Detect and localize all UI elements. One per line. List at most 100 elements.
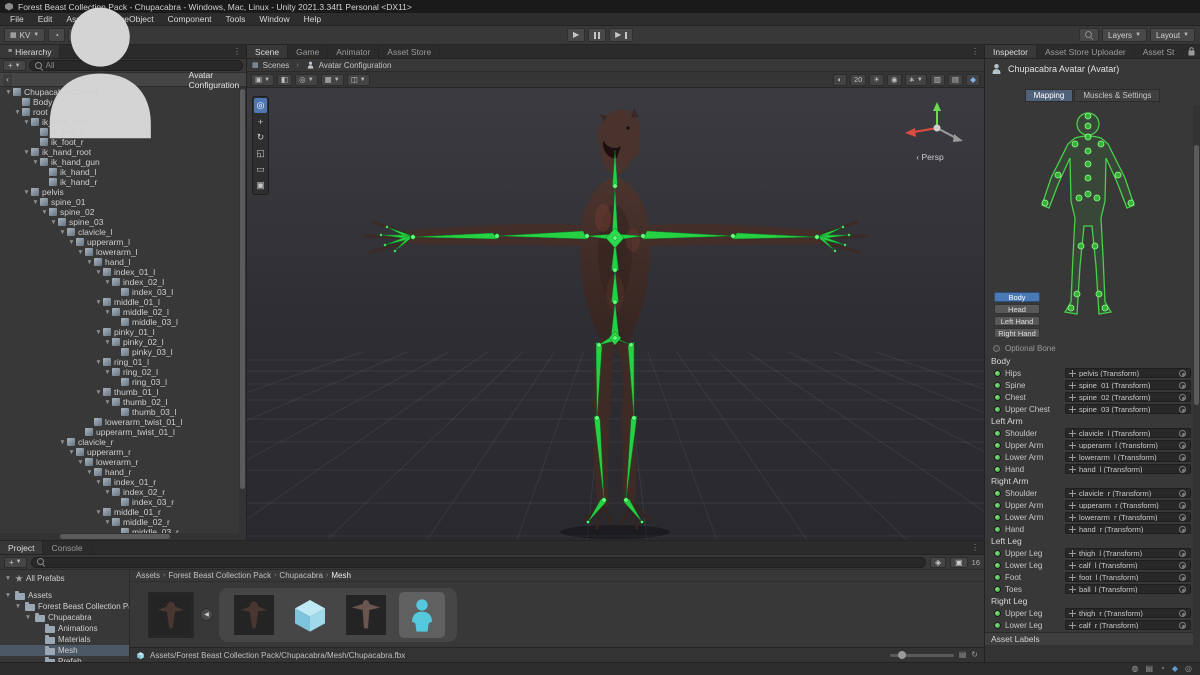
- menu-help[interactable]: Help: [297, 13, 328, 25]
- bone-object-field[interactable]: hand_r (Transform): [1065, 524, 1191, 534]
- notifications-icon[interactable]: ◎: [1185, 665, 1192, 673]
- hierarchy-item-pinky-02-l[interactable]: ▼ pinky_02_l: [0, 337, 246, 347]
- lighting-toggle-button[interactable]: ☀: [869, 74, 884, 86]
- expand-arrow-icon[interactable]: ▼: [94, 299, 103, 306]
- move-tool-button[interactable]: +: [254, 114, 267, 129]
- console-status-icon[interactable]: ▤: [1145, 665, 1153, 673]
- scenes-breadcrumb[interactable]: Scenes: [263, 61, 290, 70]
- hierarchy-item-index-03-r[interactable]: index_03_r: [0, 497, 246, 507]
- chupacabra-mesh-thumbnail[interactable]: [231, 592, 277, 638]
- camera-speed-badge[interactable]: 20: [850, 74, 866, 86]
- layout-dropdown[interactable]: Layout▼: [1150, 28, 1195, 42]
- expand-arrow-icon[interactable]: ▼: [94, 329, 103, 336]
- hierarchy-item-spine-01[interactable]: ▼ spine_01: [0, 197, 246, 207]
- expand-arrow-icon[interactable]: ▼: [76, 249, 85, 256]
- lock-icon[interactable]: [1188, 47, 1195, 56]
- hierarchy-item-pelvis[interactable]: ▼ pelvis: [0, 187, 246, 197]
- hierarchy-item-index-01-r[interactable]: ▼ index_01_r: [0, 477, 246, 487]
- avatar-part-right-hand-button[interactable]: Right Hand: [994, 328, 1040, 338]
- object-picker-icon[interactable]: [1179, 370, 1186, 377]
- chupacabra-avatar-icon[interactable]: [399, 592, 445, 638]
- avatar-part-body-button[interactable]: Body: [994, 292, 1040, 302]
- object-picker-icon[interactable]: [1179, 610, 1186, 617]
- expand-arrow-icon[interactable]: ▼: [4, 592, 12, 599]
- folder-animations[interactable]: Animations: [0, 623, 129, 634]
- object-picker-icon[interactable]: [1179, 574, 1186, 581]
- object-picker-icon[interactable]: [1179, 502, 1186, 509]
- search-button[interactable]: [1079, 28, 1099, 42]
- expand-arrow-icon[interactable]: ▼: [24, 614, 32, 621]
- scene-tab-asset-store[interactable]: Asset Store: [379, 45, 440, 58]
- expand-arrow-icon[interactable]: ▼: [4, 89, 13, 96]
- grid-snap-dropdown[interactable]: ▦▼: [321, 74, 344, 86]
- collapse-subassets-button[interactable]: ◀: [200, 608, 213, 621]
- bone-object-field[interactable]: thigh_l (Transform): [1065, 548, 1191, 558]
- scene-tab-game[interactable]: Game: [288, 45, 328, 58]
- object-picker-icon[interactable]: [1179, 490, 1186, 497]
- expand-arrow-icon[interactable]: ▼: [94, 359, 103, 366]
- hierarchy-item-index-02-r[interactable]: ▼ index_02_r: [0, 487, 246, 497]
- hierarchy-item-thumb-01-l[interactable]: ▼ thumb_01_l: [0, 387, 246, 397]
- breadcrumb-chupacabra[interactable]: Chupacabra: [279, 571, 323, 580]
- expand-arrow-icon[interactable]: ▼: [103, 519, 112, 526]
- back-button[interactable]: ‹: [3, 74, 12, 86]
- scene-camera-button[interactable]: ▤: [948, 74, 963, 86]
- object-picker-icon[interactable]: [1179, 406, 1186, 413]
- expand-arrow-icon[interactable]: ▼: [94, 389, 103, 396]
- chupacabra-pose-thumbnail[interactable]: [343, 592, 389, 638]
- menu-window[interactable]: Window: [252, 13, 296, 25]
- expand-arrow-icon[interactable]: ▼: [22, 119, 31, 126]
- bone-object-field[interactable]: lowerarm_l (Transform): [1065, 452, 1191, 462]
- hierarchy-item-spine-03[interactable]: ▼ spine_03: [0, 217, 246, 227]
- projection-label[interactable]: Persp: [921, 152, 943, 162]
- expand-arrow-icon[interactable]: ▼: [67, 239, 76, 246]
- bone-object-field[interactable]: pelvis (Transform): [1065, 368, 1191, 378]
- pause-button[interactable]: [588, 28, 606, 42]
- expand-arrow-icon[interactable]: ▼: [103, 309, 112, 316]
- object-picker-icon[interactable]: [1179, 550, 1186, 557]
- layers-dropdown[interactable]: Layers▼: [1102, 28, 1147, 42]
- expand-arrow-icon[interactable]: ▼: [58, 439, 67, 446]
- folder-mesh[interactable]: Mesh: [0, 645, 129, 656]
- hierarchy-item-thumb-03-l[interactable]: thumb_03_l: [0, 407, 246, 417]
- thumbnail-size-slider[interactable]: [890, 654, 954, 657]
- object-picker-icon[interactable]: [1179, 394, 1186, 401]
- object-picker-icon[interactable]: [1179, 466, 1186, 473]
- menu-tools[interactable]: Tools: [219, 13, 253, 25]
- hierarchy-item-ring-03-l[interactable]: ring_03_l: [0, 377, 246, 387]
- expand-arrow-icon[interactable]: ▼: [67, 449, 76, 456]
- hierarchy-item-upperarm-twist-01-l[interactable]: upperarm_twist_01_l: [0, 427, 246, 437]
- expand-arrow-icon[interactable]: ▼: [94, 479, 103, 486]
- scene-visibility-button[interactable]: ▥: [930, 74, 945, 86]
- object-picker-icon[interactable]: [1179, 442, 1186, 449]
- hierarchy-item-ik-hand-root[interactable]: ▼ ik_hand_root: [0, 147, 246, 157]
- mode-tab-muscles-settings[interactable]: Muscles & Settings: [1074, 89, 1160, 102]
- avatar-mapping-diagram[interactable]: BodyHeadLeft HandRight Hand: [985, 104, 1200, 342]
- expand-arrow-icon[interactable]: ▼: [22, 149, 31, 156]
- object-picker-icon[interactable]: [1179, 562, 1186, 569]
- hierarchy-item-lowerarm-twist-01-l[interactable]: lowerarm_twist_01_l: [0, 417, 246, 427]
- project-tab-project[interactable]: Project: [0, 541, 43, 554]
- hierarchy-item-clavicle-r[interactable]: ▼ clavicle_r: [0, 437, 246, 447]
- expand-arrow-icon[interactable]: ▼: [76, 459, 85, 466]
- breadcrumb-mesh[interactable]: Mesh: [331, 571, 351, 580]
- asset-labels-bar[interactable]: Asset Labels: [985, 632, 1200, 645]
- scene-tab-scene[interactable]: Scene: [247, 45, 288, 58]
- hierarchy-item-middle-01-l[interactable]: ▼ middle_01_l: [0, 297, 246, 307]
- project-search-input[interactable]: [31, 557, 926, 568]
- expand-arrow-icon[interactable]: ▼: [31, 199, 40, 206]
- expand-arrow-icon[interactable]: ▼: [103, 489, 112, 496]
- expand-arrow-icon[interactable]: ▼: [103, 279, 112, 286]
- inspector-scrollbar[interactable]: [1193, 105, 1200, 645]
- expand-arrow-icon[interactable]: ▼: [85, 259, 94, 266]
- expand-arrow-icon[interactable]: ▼: [94, 269, 103, 276]
- bone-object-field[interactable]: foot_l (Transform): [1065, 572, 1191, 582]
- camera-settings-button[interactable]: ◐: [833, 74, 847, 86]
- hierarchy-item-ik-hand-l[interactable]: ik_hand_l: [0, 167, 246, 177]
- hierarchy-item-ik-hand-gun[interactable]: ▼ ik_hand_gun: [0, 157, 246, 167]
- chupacabra-model-icon[interactable]: [287, 592, 333, 638]
- hierarchy-item-ring-01-l[interactable]: ▼ ring_01_l: [0, 357, 246, 367]
- inspector-tab-asset-store-uploader[interactable]: Asset Store Uploader: [1037, 45, 1135, 58]
- expand-arrow-icon[interactable]: ▼: [31, 159, 40, 166]
- hierarchy-item-spine-02[interactable]: ▼ spine_02: [0, 207, 246, 217]
